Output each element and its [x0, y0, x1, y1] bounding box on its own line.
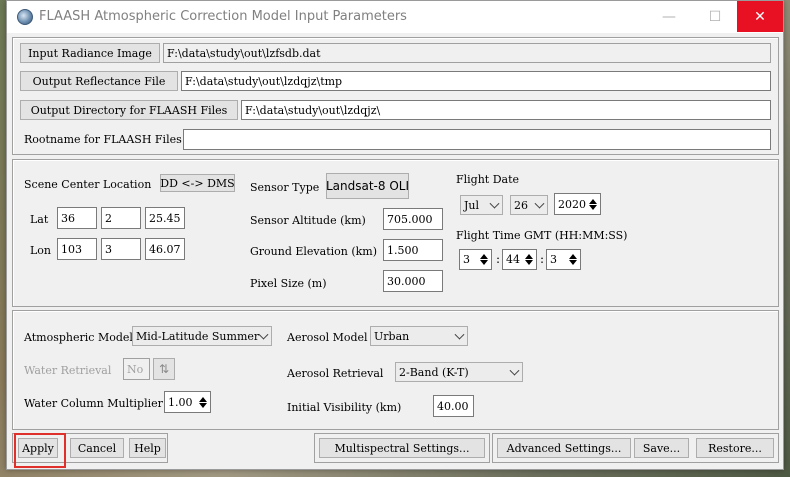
input-radiance-button[interactable]: Input Radiance Image — [20, 43, 160, 63]
spin-arrows-icon[interactable] — [524, 251, 534, 268]
aerosol-model-label: Aerosol Model — [287, 331, 368, 344]
atmospheric-model-label: Atmospheric Model — [24, 331, 133, 344]
cancel-button[interactable]: Cancel — [70, 438, 124, 458]
second-value: 3 — [550, 253, 557, 266]
water-column-spinner[interactable]: 1.00 — [164, 391, 211, 413]
sensor-altitude-field[interactable]: 705.000 — [383, 208, 443, 230]
advanced-settings-button[interactable]: Advanced Settings... — [497, 438, 631, 458]
atmosphere-panel: Atmospheric Model Mid-Latitude Summer Wa… — [12, 310, 779, 430]
water-retrieval-label: Water Retrieval — [24, 364, 112, 377]
atmospheric-model-value: Mid-Latitude Summer — [136, 329, 260, 343]
aerosol-model-value: Urban — [374, 329, 410, 343]
ground-elevation-label: Ground Elevation (km) — [250, 245, 378, 258]
month-dropdown[interactable]: Jul — [460, 195, 503, 215]
sort-toggle-icon: ⇅ — [153, 358, 175, 380]
lat-label: Lat — [30, 213, 49, 226]
pixel-size-field[interactable]: 30.000 — [383, 270, 443, 292]
lon-degrees-field[interactable]: 103 — [57, 238, 97, 260]
file-panel: Input Radiance Image F:\data\study\out\l… — [12, 37, 779, 155]
minimize-button[interactable]: — — [646, 1, 692, 32]
chevron-down-icon — [454, 329, 465, 340]
output-reflectance-button[interactable]: Output Reflectance File — [20, 71, 178, 91]
aerosol-retrieval-dropdown[interactable]: 2-Band (K-T) — [395, 362, 523, 382]
lat-degrees-field[interactable]: 36 — [57, 207, 97, 229]
save-button[interactable]: Save... — [634, 438, 689, 458]
chevron-down-icon — [509, 365, 520, 376]
restore-button[interactable]: Restore... — [696, 438, 774, 458]
multispectral-settings-button[interactable]: Multispectral Settings... — [319, 438, 485, 458]
multispectral-group: Multispectral Settings... — [314, 433, 490, 463]
rootname-field[interactable] — [183, 129, 771, 150]
month-value: Jul — [464, 198, 480, 212]
lon-label: Lon — [30, 244, 52, 257]
flight-date-label: Flight Date — [456, 173, 520, 186]
spin-arrows-icon[interactable] — [198, 393, 208, 411]
flaash-dialog: FLAASH Atmospheric Correction Model Inpu… — [6, 0, 784, 470]
aerosol-retrieval-value: 2-Band (K-T) — [399, 365, 469, 379]
year-value: 2020 — [558, 197, 586, 211]
dd-dms-toggle-button[interactable]: DD <-> DMS — [160, 174, 235, 192]
pixel-size-label: Pixel Size (m) — [250, 277, 327, 290]
spin-arrows-icon[interactable] — [568, 251, 578, 268]
input-radiance-field[interactable]: F:\data\study\out\lzfsdb.dat — [163, 43, 771, 63]
time-separator: : — [540, 252, 545, 266]
help-button[interactable]: Help — [129, 438, 166, 458]
aerosol-retrieval-label: Aerosol Retrieval — [287, 367, 384, 380]
atmospheric-model-dropdown[interactable]: Mid-Latitude Summer — [132, 326, 272, 346]
chevron-down-icon — [258, 329, 269, 340]
hour-spinner[interactable]: 3 — [459, 249, 492, 270]
water-column-value: 1.00 — [168, 395, 193, 409]
lon-minutes-field[interactable]: 3 — [101, 238, 141, 260]
maximize-button[interactable]: ☐ — [692, 1, 738, 32]
chevron-down-icon — [534, 198, 545, 209]
sensor-type-label: Sensor Type — [250, 181, 320, 194]
visibility-field[interactable]: 40.00 — [433, 395, 474, 417]
water-column-label: Water Column Multiplier — [24, 397, 163, 410]
settings-group: Advanced Settings... Save... Restore... — [492, 433, 779, 463]
ground-elevation-field[interactable]: 1.500 — [383, 239, 443, 261]
title-bar[interactable]: FLAASH Atmospheric Correction Model Inpu… — [7, 1, 783, 33]
rootname-label: Rootname for FLAASH Files — [24, 133, 182, 146]
hour-value: 3 — [463, 253, 470, 266]
sensor-altitude-label: Sensor Altitude (km) — [250, 214, 366, 227]
year-spinner[interactable]: 2020 — [554, 193, 601, 215]
window-title: FLAASH Atmospheric Correction Model Inpu… — [39, 9, 407, 24]
lat-minutes-field[interactable]: 2 — [101, 207, 141, 229]
output-reflectance-field[interactable]: F:\data\study\out\lzdqjz\tmp — [181, 71, 771, 91]
time-separator: : — [496, 252, 501, 266]
lat-seconds-field[interactable]: 25.45 — [145, 207, 185, 229]
minute-value: 44 — [506, 253, 520, 266]
visibility-label: Initial Visibility (km) — [287, 401, 402, 414]
chevron-down-icon — [489, 198, 500, 209]
spin-arrows-icon[interactable] — [588, 195, 598, 213]
scene-panel: Scene Center Location DD <-> DMS Lat 36 … — [12, 159, 779, 307]
flight-time-label: Flight Time GMT (HH:MM:SS) — [456, 229, 628, 242]
sensor-type-button[interactable]: Landsat-8 OLI — [326, 173, 409, 199]
minute-spinner[interactable]: 44 — [502, 249, 537, 270]
output-directory-button[interactable]: Output Directory for FLAASH Files — [20, 100, 238, 120]
scene-center-label: Scene Center Location — [24, 178, 152, 191]
spin-arrows-icon[interactable] — [479, 251, 489, 268]
day-value: 26 — [514, 198, 528, 212]
aerosol-model-dropdown[interactable]: Urban — [370, 326, 468, 346]
close-button[interactable]: ✕ — [737, 1, 783, 32]
lon-seconds-field[interactable]: 46.07 — [145, 238, 185, 260]
second-spinner[interactable]: 3 — [546, 249, 581, 270]
output-directory-field[interactable]: F:\data\study\out\lzdqjz\ — [241, 100, 771, 120]
day-dropdown[interactable]: 26 — [510, 195, 548, 215]
apply-highlight-box — [14, 433, 66, 468]
water-retrieval-field: No — [123, 358, 150, 380]
envi-app-icon — [17, 9, 33, 25]
